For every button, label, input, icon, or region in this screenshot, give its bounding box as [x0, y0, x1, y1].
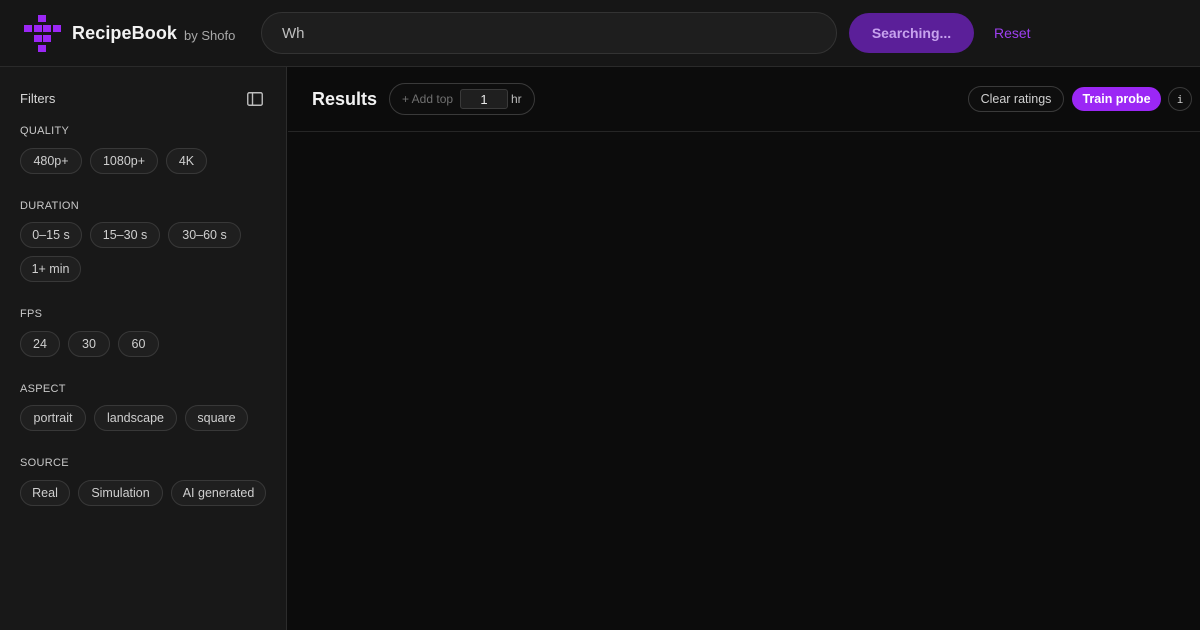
filters-sidebar: Filters QUALITY 480p+ 1080p+ 4K DURATION…: [0, 67, 287, 630]
filter-section-quality: QUALITY: [20, 125, 70, 137]
filter-chip[interactable]: 1+ min: [20, 256, 81, 282]
filter-chip[interactable]: 1080p+: [90, 148, 158, 174]
filter-chip[interactable]: AI generated: [171, 480, 266, 506]
add-top-label: + Add top: [402, 92, 454, 106]
filter-section-duration: DURATION: [20, 200, 80, 212]
brand-name: RecipeBook: [72, 23, 178, 43]
filter-chip[interactable]: 480p+: [20, 148, 82, 174]
filter-chip[interactable]: Simulation: [78, 480, 163, 506]
filter-chip[interactable]: 4K: [166, 148, 207, 174]
filter-section-source: SOURCE: [20, 457, 69, 469]
logo-icon: [24, 15, 61, 52]
results-title: Results: [312, 89, 378, 109]
filter-chip[interactable]: 24: [20, 331, 60, 357]
reset-link[interactable]: Reset: [994, 25, 1031, 41]
search-input[interactable]: [261, 12, 837, 54]
clear-ratings-button[interactable]: Clear ratings: [968, 86, 1064, 112]
filter-chip[interactable]: portrait: [20, 405, 86, 431]
filter-section-aspect: ASPECT: [20, 383, 66, 395]
search-button[interactable]: Searching...: [849, 13, 974, 53]
results-header: Results + Add top hr Clear ratings Train…: [288, 67, 1200, 132]
filters-title: Filters: [20, 91, 56, 106]
filter-chip[interactable]: 60: [118, 331, 159, 357]
add-top-hours-input[interactable]: [460, 89, 508, 109]
filter-chip[interactable]: Real: [20, 480, 70, 506]
filter-chip[interactable]: square: [185, 405, 248, 431]
filter-chip[interactable]: 30–60 s: [168, 222, 241, 248]
filter-section-fps: FPS: [20, 308, 43, 320]
sidebar-toggle-icon[interactable]: [247, 92, 263, 106]
add-top-control: + Add top hr: [389, 83, 535, 115]
brand-byline: by Shofo: [184, 28, 236, 43]
add-top-unit: hr: [511, 92, 522, 106]
train-probe-button[interactable]: Train probe: [1072, 87, 1161, 111]
filter-chip[interactable]: 0–15 s: [20, 222, 82, 248]
info-button[interactable]: i: [1168, 87, 1192, 111]
filter-chip[interactable]: landscape: [94, 405, 177, 431]
filter-chip[interactable]: 15–30 s: [90, 222, 160, 248]
filter-chip[interactable]: 30: [68, 331, 110, 357]
top-bar: RecipeBook by Shofo Searching... Reset: [0, 0, 1200, 67]
results-area: [288, 132, 1200, 630]
